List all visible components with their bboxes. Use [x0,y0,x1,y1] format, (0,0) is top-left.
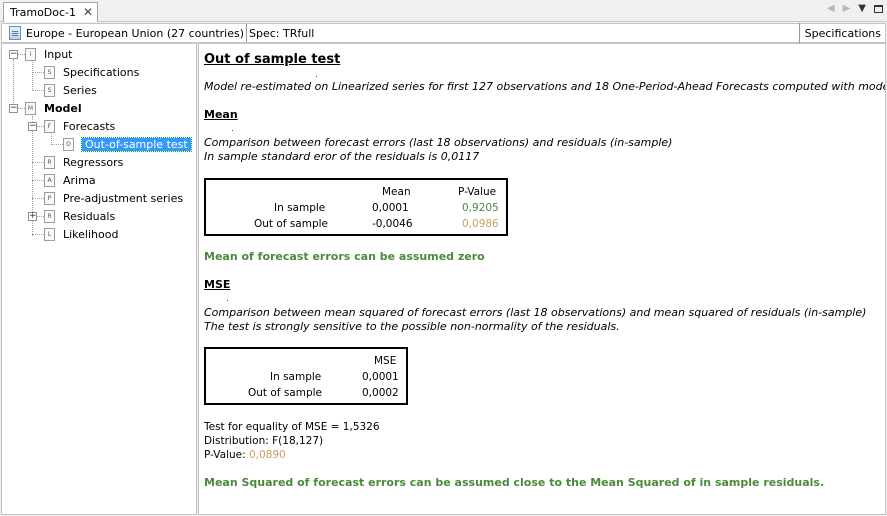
close-icon[interactable]: ✕ [83,5,93,19]
mse-value: 0,0002 [362,387,399,399]
mse-test-statistic: Test for equality of MSE = 1,5326 [204,421,380,433]
mse-pvalue-line: P-Value: 0,0890 [204,449,286,461]
maximize-icon[interactable] [874,4,883,13]
mean-conclusion: Mean of forecast errors can be assumed z… [204,250,485,263]
series-name: Europe - European Union (27 countries) [26,26,245,40]
mse-conclusion: Mean Squared of forecast errors can be a… [204,476,825,489]
tree-connector [32,180,44,181]
spec-label: Spec: TRfull [249,26,315,40]
tab-title: TramoDoc-1 [10,6,77,19]
mean-value: -0,0046 [372,218,413,230]
specifications-node-icon: S [44,65,55,79]
tree-connector [32,162,44,163]
mse-description: Comparison between mean squared of forec… [204,306,867,319]
tree-item-forecasts[interactable]: F Forecasts [44,118,115,134]
tree-connector [37,216,44,217]
residuals-node-icon: R [44,209,55,223]
mean-stderr-note: In sample standard eror of the residuals… [204,150,480,163]
pvalue-label: P-Value: [204,449,249,461]
info-bar: Europe - European Union (27 countries) S… [1,23,886,43]
tree-item-label: Forecasts [63,119,116,133]
row-label: Out of sample [254,218,329,230]
mean-value: 0,0001 [372,202,409,214]
marker-dot [316,76,317,77]
input-node-icon: I [25,47,36,61]
tree-connector [18,108,25,109]
tree-item-label: Input [44,47,73,61]
arima-node-icon: A [44,173,55,187]
marker-dot [232,130,233,131]
specifications-button[interactable]: Specifications [798,23,885,43]
test-node-icon: O [63,137,74,151]
tree-item-likelihood[interactable]: L Likelihood [44,226,118,242]
model-note: Model re-estimated on Linearized series … [204,80,886,93]
tree-item-label: Arima [63,173,96,187]
tree-item-label: Series [63,83,97,97]
tree-item-label: Residuals [63,209,116,223]
tree-item-series[interactable]: S Series [44,82,97,98]
collapse-icon[interactable]: − [28,122,37,131]
tree-item-model[interactable]: M Model [25,100,82,116]
model-node-icon: M [25,101,36,115]
collapse-icon[interactable]: − [9,104,18,113]
tree-connector [32,234,44,235]
tree-connector [32,62,33,91]
mse-heading: MSE [204,278,231,291]
mse-distribution: Distribution: F(18,127) [204,435,324,447]
tree-item-label: Pre-adjustment series [63,191,184,205]
tree-connector [51,144,63,145]
tree-connector [37,126,44,127]
mse-table: MSE In sample 0,0001 Out of sample 0,000… [204,347,408,405]
tab-tramodoc[interactable]: TramoDoc-1 ✕ [3,2,98,22]
column-header-mean: Mean [382,186,411,198]
mse-normality-note: The test is strongly sensitive to the po… [204,320,620,333]
results-tree: − I Input S Specifications S Series − M … [1,43,197,515]
regressors-node-icon: R [44,155,55,169]
mean-table: Mean P-Value In sample 0,0001 0,9205 Out… [204,178,508,236]
marker-dot [227,300,228,301]
column-header-mse: MSE [374,355,397,367]
collapse-icon[interactable]: − [9,50,18,59]
tree-connector [32,90,44,91]
dropdown-icon[interactable]: ▼ [858,3,866,14]
report-panel: Out of sample test Model re-estimated on… [198,43,886,515]
tree-item-label: Model [44,101,82,115]
series-node-icon: S [44,83,55,97]
divider [246,24,248,42]
column-header-pvalue: P-Value [458,186,497,198]
mse-value: 0,0001 [362,371,399,383]
tree-item-label: Specifications [63,65,140,79]
row-label: Out of sample [248,387,323,399]
scroll-right-icon[interactable]: ▶ [843,3,851,14]
tree-connector [32,72,44,73]
tree-item-label: Regressors [63,155,124,169]
tree-item-arima[interactable]: A Arima [44,172,96,188]
row-label: In sample [274,202,326,214]
pvalue-value: 0,0890 [248,449,286,461]
tree-item-input[interactable]: I Input [25,46,72,62]
mean-heading: Mean [204,108,238,121]
mean-description: Comparison between forecast errors (last… [204,136,673,149]
expand-icon[interactable]: + [28,212,37,221]
scroll-left-icon[interactable]: ◀ [827,3,835,14]
likelihood-node-icon: L [44,227,55,241]
tree-item-out-of-sample-test[interactable]: O Out-of-sample test [63,136,192,152]
tree-connector [32,198,44,199]
tree-item-residuals[interactable]: R Residuals [44,208,115,224]
tree-item-specifications[interactable]: S Specifications [44,64,139,80]
preadjustment-node-icon: P [44,191,55,205]
page-title: Out of sample test [204,52,341,67]
pvalue-value: 0,9205 [462,202,499,214]
tab-controls: ◀ ▶ ▼ [827,3,883,14]
tree-connector [18,54,25,55]
tree-item-label: Likelihood [63,227,119,241]
tree-item-label: Out-of-sample test [81,136,192,152]
forecasts-node-icon: F [44,119,55,133]
pvalue-value: 0,0986 [462,218,499,230]
series-doc-icon [9,26,21,40]
tree-item-preadjustment-series[interactable]: P Pre-adjustment series [44,190,183,206]
tree-item-regressors[interactable]: R Regressors [44,154,123,170]
document-tab-strip: TramoDoc-1 ✕ ◀ ▶ ▼ [0,0,887,22]
row-label: In sample [270,371,322,383]
